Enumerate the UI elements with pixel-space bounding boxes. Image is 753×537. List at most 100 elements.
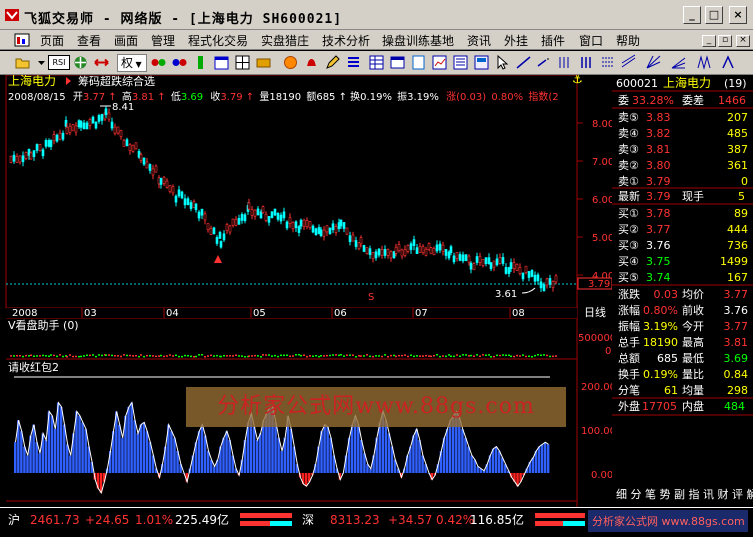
channel-icon[interactable] — [620, 54, 637, 71]
indicator-icon[interactable] — [150, 54, 167, 71]
chart-indicator-name[interactable]: 筹码超跌综合选 — [78, 74, 155, 88]
bid-price[interactable]: 3.76 — [646, 239, 671, 252]
app-logo-icon — [5, 9, 19, 21]
list-icon[interactable] — [345, 54, 362, 71]
vol-bar — [48, 355, 50, 357]
minimize-button[interactable]: _ — [683, 6, 701, 24]
pencil-icon[interactable] — [324, 54, 341, 71]
fib-icon[interactable] — [599, 54, 616, 71]
parallel-lines-icon[interactable] — [557, 54, 574, 71]
left-right-arrow-icon[interactable] — [93, 54, 110, 71]
osc-panel-title[interactable]: 请收红包2 — [8, 360, 59, 374]
bid-price[interactable]: 3.78 — [646, 207, 671, 220]
ask-price[interactable]: 3.83 — [646, 111, 671, 124]
ask-price[interactable]: 3.79 — [646, 175, 671, 188]
table-icon[interactable] — [368, 54, 385, 71]
osc-bar — [59, 407, 63, 473]
vertical-lines-icon[interactable] — [578, 54, 595, 71]
calendar-icon[interactable] — [213, 54, 230, 71]
candle-body — [342, 222, 346, 229]
grid-icon[interactable] — [234, 54, 251, 71]
vol-bar — [193, 356, 195, 358]
ask-price[interactable]: 3.81 — [646, 143, 671, 156]
news-icon[interactable] — [473, 54, 490, 71]
cycle-icon[interactable] — [695, 54, 712, 71]
chart-window-icon[interactable] — [431, 54, 448, 71]
menu-page[interactable]: 页面 — [40, 32, 64, 49]
candle-body — [429, 247, 433, 255]
open-folder-icon[interactable] — [14, 54, 31, 71]
candle-body — [285, 221, 289, 229]
bid-label: 买③ — [618, 239, 639, 252]
vol-bar — [378, 355, 380, 357]
face-icon[interactable] — [282, 54, 299, 71]
candle-body — [472, 263, 476, 271]
ray-icon[interactable] — [536, 54, 553, 71]
trend-line-icon[interactable] — [515, 54, 532, 71]
menu-manage[interactable]: 管理 — [151, 32, 175, 49]
menu-screen[interactable]: 画面 — [114, 32, 138, 49]
vol-bar — [407, 355, 409, 358]
rsi-button[interactable]: RSI — [48, 55, 70, 70]
menu-plugins[interactable]: 插件 — [541, 32, 565, 49]
osc-bar — [304, 473, 308, 487]
report-icon[interactable] — [452, 54, 469, 71]
toolbar: RSI 权 ▼ — [0, 51, 753, 75]
bid-price[interactable]: 3.77 — [646, 223, 671, 236]
candle-body — [328, 227, 332, 235]
alarm-bell-icon[interactable] — [303, 54, 320, 71]
mdi-minimize-button[interactable]: _ — [702, 35, 716, 47]
app-menu-icon[interactable] — [14, 33, 30, 47]
sheet-icon[interactable] — [410, 54, 427, 71]
anchor-icon[interactable]: ⚓ — [572, 72, 583, 86]
text-tool-icon[interactable] — [720, 54, 737, 71]
chart-area[interactable]: 上海电力 筹码超跌综合选 2008/08/15 开3.77 ↑ 高3.81 ↑ … — [0, 72, 616, 507]
ask-price[interactable]: 3.82 — [646, 127, 671, 140]
gold-icon[interactable] — [255, 54, 272, 71]
menu-view[interactable]: 查看 — [77, 32, 101, 49]
stat-value: 3.77 — [724, 320, 749, 333]
corner-watermark — [612, 484, 753, 506]
ask-price[interactable]: 3.80 — [646, 159, 671, 172]
candle-body — [467, 255, 471, 263]
mdi-close-button[interactable]: × — [736, 35, 750, 47]
bid-price[interactable]: 3.75 — [646, 255, 671, 268]
maximize-button[interactable]: □ — [705, 6, 723, 24]
menu-tech-analysis[interactable]: 技术分析 — [322, 32, 370, 49]
candlesticks — [9, 106, 558, 292]
bid-label: 买② — [618, 223, 639, 236]
menu-hunt[interactable]: 实盘猎庄 — [261, 32, 309, 49]
window-layout-icon[interactable] — [389, 54, 406, 71]
pointer-icon[interactable] — [494, 54, 511, 71]
vol-panel-title[interactable]: V看盘助手 (0) — [8, 318, 79, 332]
gann-icon[interactable] — [645, 54, 662, 71]
menu-help[interactable]: 帮助 — [616, 32, 640, 49]
menu-program-trading[interactable]: 程式化交易 — [188, 32, 248, 49]
mdi-restore-button[interactable]: ▫ — [718, 35, 732, 47]
menu-training[interactable]: 操盘训练基地 — [382, 32, 454, 49]
stat-label: 均量 — [682, 384, 704, 397]
move-icon[interactable] — [72, 54, 89, 71]
fuquan-select[interactable]: 权 ▼ — [117, 54, 147, 72]
bid-price[interactable]: 3.74 — [646, 271, 671, 284]
waipan-value: 17705 — [642, 400, 677, 413]
osc-bar — [546, 444, 550, 473]
compare-icon[interactable] — [171, 54, 188, 71]
info-vol-label: 量 — [259, 91, 269, 103]
vol-bar — [50, 354, 52, 356]
menu-plugin-ext[interactable]: 外挂 — [504, 32, 528, 49]
candle-body — [530, 270, 534, 277]
chart-stock-name: 上海电力 — [8, 75, 56, 88]
stat-label: 涨幅 — [618, 304, 640, 317]
vol-bar — [401, 354, 403, 357]
close-button[interactable]: × — [729, 6, 747, 24]
candle-body — [110, 121, 114, 129]
menu-info[interactable]: 资讯 — [467, 32, 491, 49]
fan-icon[interactable] — [670, 54, 687, 71]
kline-chart[interactable]: 上海电力 筹码超跌综合选 2008/08/15 开3.77 ↑ 高3.81 ↑ … — [0, 72, 616, 507]
bottle-icon[interactable] — [192, 54, 209, 71]
menu-window[interactable]: 窗口 — [579, 32, 603, 49]
candle-body — [305, 220, 309, 227]
period-label[interactable]: 日线 — [584, 305, 606, 319]
quote-count: (19) — [724, 77, 747, 90]
